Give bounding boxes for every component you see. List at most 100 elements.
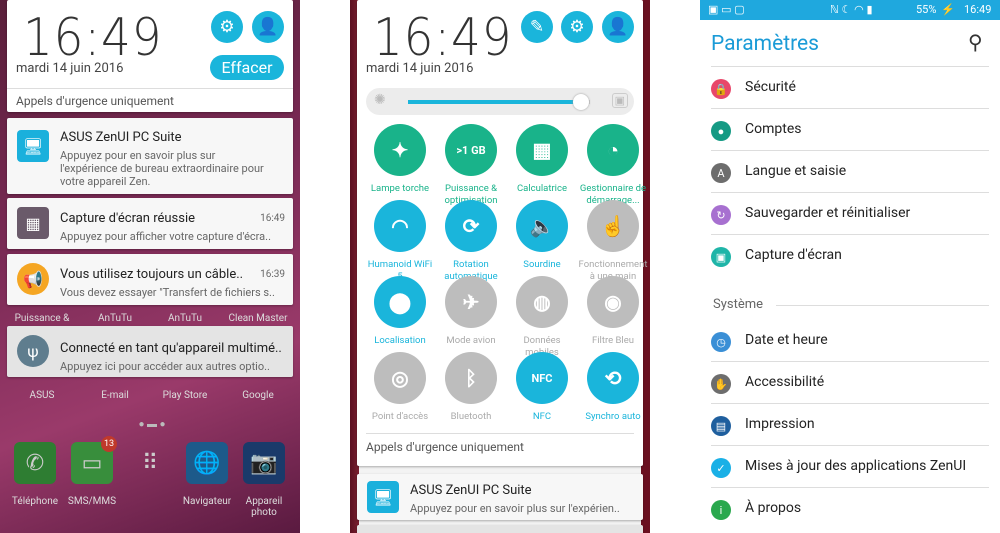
edit-tiles-button[interactable]: ✎ xyxy=(521,11,553,43)
clock: 16:49 xyxy=(373,8,513,68)
tile-label: Localisation xyxy=(374,335,426,346)
notification-icons: ▣ ▭ ▢ xyxy=(708,3,745,16)
sms-app[interactable]: ▭ 13 xyxy=(71,436,117,484)
tile-mobile-data[interactable]: ◍ xyxy=(516,276,568,328)
message-icon: ▭ xyxy=(81,450,103,476)
notification-pc-suite[interactable]: 🖥 ASUS ZenUI PC Suite Appuyez pour en sa… xyxy=(7,118,293,194)
notification-partial[interactable] xyxy=(357,525,643,533)
screenshot-thumbnail-icon: ▦ xyxy=(17,207,49,239)
tile-rotation[interactable]: ⟳ xyxy=(445,200,497,252)
clear-all-button[interactable]: Effacer xyxy=(210,55,284,80)
calculator-icon: ▦ xyxy=(532,138,552,162)
settings-item[interactable]: 🔒 Sécurité xyxy=(711,67,989,109)
tile-mute[interactable]: 🔈 xyxy=(516,200,568,252)
settings-item[interactable]: ✓ Mises à jour des applications ZenUI xyxy=(711,446,989,488)
settings-item-label: Capture d'écran xyxy=(745,247,842,263)
tile-flashlight[interactable]: ✦ xyxy=(374,124,426,176)
status-time: 16:49 xyxy=(964,3,992,16)
notification-cable[interactable]: 📢 Vous utilisez toujours un câble.. 16:3… xyxy=(7,254,293,305)
notification-title: ASUS ZenUI PC Suite xyxy=(410,483,532,498)
settings-item[interactable]: ▤ Impression xyxy=(711,404,989,446)
settings-item-label: Langue et saisie xyxy=(745,163,847,179)
settings-item-icon: ● xyxy=(711,121,731,141)
tile-label: Sourdine xyxy=(523,259,561,270)
settings-item[interactable]: ✋ Accessibilité xyxy=(711,362,989,404)
settings-item-label: Sauvegarder et réinitialiser xyxy=(745,205,911,221)
notification-pc-suite[interactable]: 🖥 ASUS ZenUI PC Suite Appuyez pour en sa… xyxy=(357,474,643,520)
tile-location[interactable]: ⬤ xyxy=(374,276,426,328)
settings-button[interactable]: ⚙ xyxy=(211,11,243,43)
tile-label: Lampe torche xyxy=(370,183,430,194)
tile-calculator[interactable]: ▦ xyxy=(516,124,568,176)
settings-item-label: Accessibilité xyxy=(745,374,825,390)
tile-boost[interactable]: >1 GB xyxy=(445,124,497,176)
settings-item-label: Sécurité xyxy=(745,79,796,95)
tile-bluetooth[interactable]: ᛒ xyxy=(445,352,497,404)
phone-app[interactable]: ✆ xyxy=(14,442,56,484)
notification-title: Connecté en tant qu'appareil multimé.. xyxy=(60,341,282,356)
notification-text: votre appareil Zen. xyxy=(60,175,151,188)
settings-item[interactable]: ● Comptes xyxy=(711,109,989,151)
page-indicator: ● ▬ ● xyxy=(138,419,166,430)
camera-app[interactable]: 📷 xyxy=(243,442,285,484)
browser-app[interactable]: 🌐 xyxy=(186,442,228,484)
status-icons: ℕ ☾ ◠ ▮ xyxy=(830,3,873,16)
notification-title: Capture d'écran réussie xyxy=(60,211,196,226)
tile-startup-manager[interactable]: ◔ xyxy=(587,124,639,176)
quick-settings-card: 16:49 mardi 14 juin 2016 ✎ ⚙ 👤 ✺ ▣ ✦ Lamp… xyxy=(357,0,647,466)
notification-usb[interactable]: ψ Connecté en tant qu'appareil multimé..… xyxy=(7,326,293,377)
tile-sync[interactable]: ⟲ xyxy=(587,352,639,404)
notification-text: Appuyez pour afficher votre capture d'éc… xyxy=(60,230,271,243)
notification-time: 16:49 xyxy=(260,213,285,224)
camera-icon: 📷 xyxy=(250,450,278,476)
pc-suite-icon: 🖥 xyxy=(17,130,49,162)
settings-item[interactable]: ↻ Sauvegarder et réinitialiser xyxy=(711,193,989,235)
dock-label: Appareil photo xyxy=(245,496,283,518)
user-avatar-button[interactable]: 👤 xyxy=(602,11,634,43)
wallpaper-app-label: E-mail xyxy=(101,390,129,401)
search-icon: ⚲ xyxy=(968,30,983,54)
settings-item[interactable]: ◷ Date et heure xyxy=(711,320,989,362)
settings-item-icon: A xyxy=(711,163,731,183)
notification-screenshot[interactable]: ▦ Capture d'écran réussie 16:49 Appuyez … xyxy=(7,198,293,249)
nfc-icon: NFC xyxy=(531,371,553,385)
brightness-slider[interactable] xyxy=(408,94,590,110)
settings-item-icon: ✋ xyxy=(711,374,731,394)
notification-text: Appuyez pour en savoir plus sur xyxy=(60,149,216,162)
tile-nfc[interactable]: NFC xyxy=(516,352,568,404)
brightness-handle[interactable] xyxy=(572,94,589,110)
blue-filter-icon: ◉ xyxy=(604,290,622,314)
bluetooth-icon: ᛒ xyxy=(465,366,477,390)
flashlight-icon: ✦ xyxy=(391,138,409,162)
airplane-icon: ✈ xyxy=(462,290,480,314)
user-avatar-button[interactable]: 👤 xyxy=(252,11,284,43)
edit-icon: ✎ xyxy=(529,17,545,37)
wifi-icon: ◠ xyxy=(391,214,409,238)
settings-item[interactable]: i À propos xyxy=(711,488,989,530)
divider xyxy=(7,88,293,89)
app-drawer-button[interactable]: ⠿ xyxy=(129,442,171,484)
settings-item[interactable]: ▣ Capture d'écran xyxy=(711,235,989,277)
status-bar: ▣ ▭ ▢ ℕ ☾ ◠ ▮ 55% ⚡ 16:49 xyxy=(700,0,1000,20)
notification-time: 16:39 xyxy=(260,269,285,280)
notification-text: Vous devez essayer "Transfert de fichier… xyxy=(60,286,275,299)
auto-brightness-icon[interactable]: ▣ xyxy=(611,93,628,108)
tile-one-hand[interactable]: ☝ xyxy=(587,200,639,252)
tile-label: Calculatrice xyxy=(517,183,567,194)
quick-settings-panel: 16:49 mardi 14 juin 2016 ✎ ⚙ 👤 ✺ ▣ ✦ Lamp… xyxy=(350,0,650,533)
settings-button[interactable]: ⚙ xyxy=(561,11,593,43)
settings-item[interactable]: A Langue et saisie xyxy=(711,151,989,193)
tile-hotspot[interactable]: ◎ xyxy=(374,352,426,404)
one-hand-icon: ☝ xyxy=(600,214,626,238)
settings-item-label: Impression xyxy=(745,416,815,432)
tile-wifi[interactable]: ◠ xyxy=(374,200,426,252)
settings-item-icon: 🔒 xyxy=(711,79,731,99)
search-button[interactable]: ⚲ xyxy=(968,30,983,54)
globe-icon: 🌐 xyxy=(193,450,221,476)
gear-icon: ⚙ xyxy=(569,17,585,37)
notification-shade-panel: Puissance & AnTuTu AnTuTu Clean Master 1… xyxy=(0,0,300,533)
settings-item-icon: ◷ xyxy=(711,332,731,352)
tile-airplane[interactable]: ✈ xyxy=(445,276,497,328)
dock-label: Téléphone xyxy=(11,496,59,507)
tile-blue-filter[interactable]: ◉ xyxy=(587,276,639,328)
